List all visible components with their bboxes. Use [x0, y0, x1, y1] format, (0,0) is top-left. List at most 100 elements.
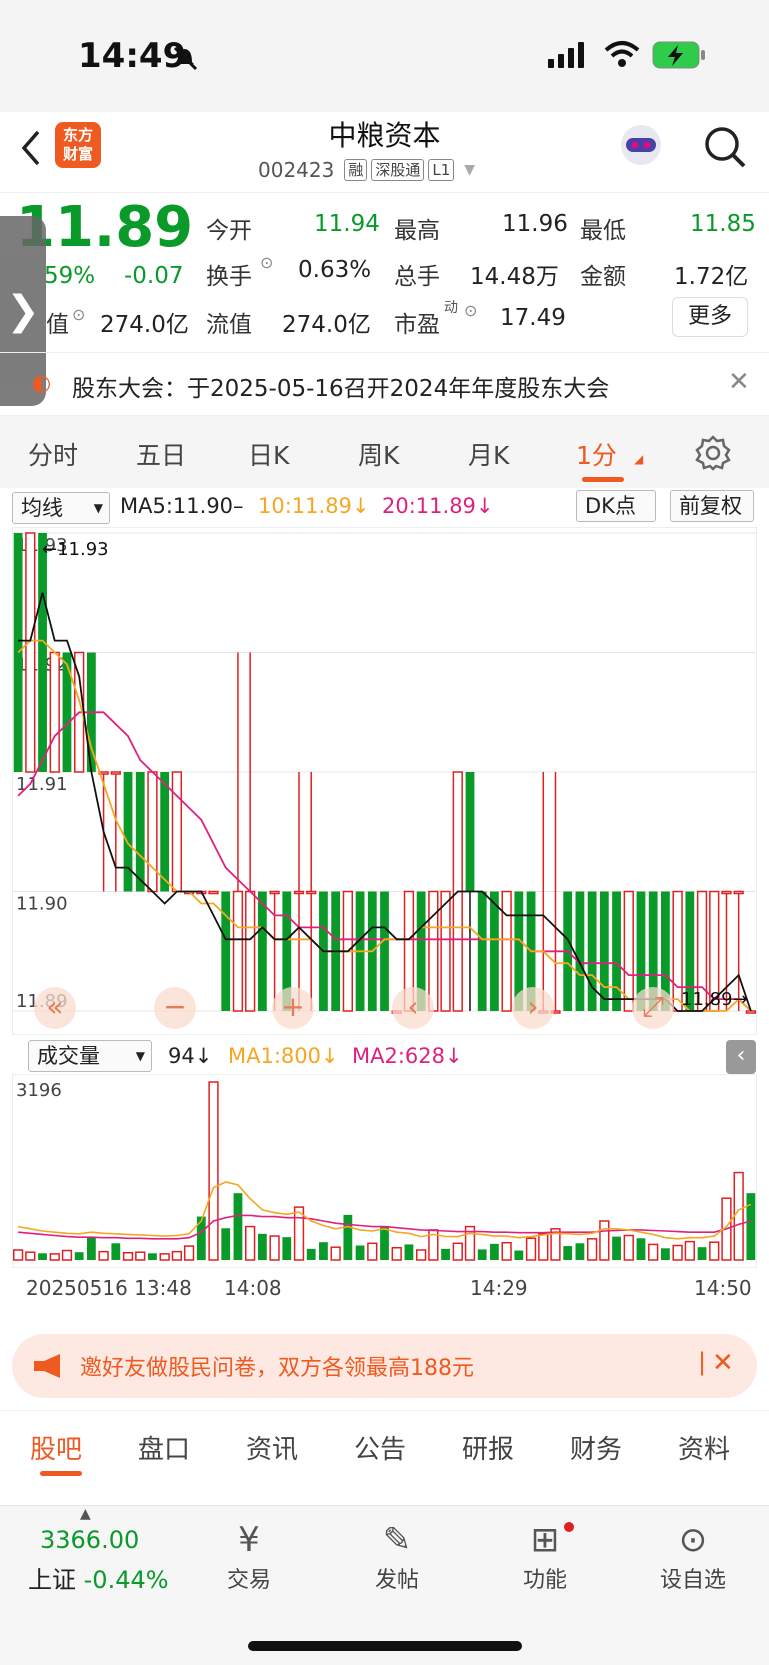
vol-ma2: MA2:628↓	[352, 1044, 463, 1068]
candle-body	[465, 772, 475, 892]
info-icon[interactable]: ⊙	[260, 253, 273, 272]
candle-body	[733, 890, 744, 895]
volume-bar	[12, 1249, 24, 1261]
more-button[interactable]: 更多	[672, 297, 748, 337]
notice-bar[interactable]: ◐ 股东大会：于2025-05-16召开2024年年度股东大会 ✕	[0, 352, 769, 416]
candle-body	[257, 891, 267, 1011]
candle-body	[221, 891, 231, 1011]
tab-finance[interactable]: 财务	[570, 1429, 622, 1466]
volume-bar	[86, 1236, 96, 1260]
content-tabs: 股吧 盘口 资讯 公告 研报 财务 资料	[0, 1410, 769, 1478]
close-icon[interactable]: ✕	[728, 367, 750, 397]
candle-body	[147, 771, 158, 893]
edit-icon: ✎	[382, 1520, 412, 1560]
candle-body	[612, 891, 621, 1011]
index-label[interactable]: 上证 -0.44%	[28, 1560, 169, 1595]
candle-body	[110, 771, 121, 775]
pe-label: 市盈	[394, 312, 440, 338]
volume-bar	[183, 1245, 195, 1261]
index-value[interactable]: 3366.00	[40, 1526, 139, 1554]
volume-bar	[306, 1248, 316, 1260]
ma-select[interactable]: 均线 ▼	[12, 492, 110, 524]
tab-orderbook[interactable]: 盘口	[138, 1429, 190, 1466]
caret-down-icon[interactable]: ▼	[464, 162, 475, 178]
candle-body	[477, 891, 487, 1011]
robot-assistant-icon[interactable]	[616, 120, 666, 170]
volume-bar	[233, 1193, 243, 1260]
volume-bar	[636, 1238, 646, 1260]
volume-value: 94↓	[168, 1044, 213, 1068]
period-tabs: 分时 五日 日K 周K 月K 1分 ◢	[0, 416, 769, 488]
time-tick: 20250516 13:48	[26, 1276, 192, 1300]
trade-button[interactable]: ¥ 交易	[204, 1518, 294, 1594]
high-annotation: ←11.93	[42, 539, 109, 560]
amount-label: 金额	[580, 264, 626, 290]
tab-monthly[interactable]: 月K	[468, 436, 509, 472]
total-mv: 274.0亿	[100, 312, 189, 338]
float-mv-value: 274.0亿	[282, 312, 371, 338]
tab-daily[interactable]: 日K	[248, 436, 289, 472]
dk-point-button[interactable]: DK点	[576, 490, 656, 522]
home-indicator	[248, 1641, 522, 1651]
tab-1min[interactable]: 1分	[576, 436, 617, 472]
volume-bar	[135, 1251, 146, 1261]
volume-bar	[623, 1234, 634, 1261]
reset-icon[interactable]: ⤢	[632, 987, 674, 1029]
post-button[interactable]: ✎ 发帖	[352, 1518, 442, 1594]
index-name: 上证	[28, 1566, 76, 1594]
candle-body	[208, 890, 219, 895]
volume-bar	[49, 1253, 60, 1261]
close-icon[interactable]: ✕	[712, 1348, 734, 1378]
zoom-in-icon[interactable]: +	[272, 987, 314, 1029]
kline-chart[interactable]: 11.9311.9211.9111.9011.89←11.9311.89→	[12, 527, 757, 1035]
gear-icon[interactable]	[694, 434, 732, 472]
tab-5day[interactable]: 五日	[136, 436, 186, 472]
search-icon[interactable]	[702, 124, 748, 170]
dropdown-arrow-icon: ▼	[135, 1049, 145, 1063]
candle-body	[135, 772, 145, 892]
tab-intraday[interactable]: 分时	[28, 436, 78, 472]
volume-bar	[61, 1249, 73, 1261]
next-icon[interactable]: ›	[512, 987, 554, 1029]
candle-body	[160, 772, 170, 892]
tab-guba[interactable]: 股吧	[30, 1429, 82, 1466]
adjust-button[interactable]: 前复权	[670, 490, 754, 522]
high-value: 11.96	[502, 211, 568, 237]
volume-bar	[404, 1244, 414, 1260]
tab-research[interactable]: 研报	[462, 1429, 514, 1466]
collapse-icon[interactable]: ‹	[726, 1040, 756, 1074]
tab-announcements[interactable]: 公告	[354, 1429, 406, 1466]
yen-circle-icon: ¥	[238, 1520, 260, 1560]
candle-body	[428, 890, 439, 1012]
tab-weekly[interactable]: 周K	[358, 436, 399, 472]
volume-bar	[538, 1233, 549, 1261]
volume-select[interactable]: 成交量 ▼	[28, 1040, 152, 1072]
y-tick-label: 11.90	[16, 894, 68, 915]
volume-bar	[171, 1250, 183, 1261]
zoom-out-icon[interactable]: −	[154, 987, 196, 1029]
prev-icon[interactable]: ‹	[392, 987, 434, 1029]
info-icon[interactable]: ⊙	[464, 301, 477, 320]
promo-banner[interactable]: 邀好友做股民问卷，双方各领最高188元 | ✕	[12, 1334, 757, 1398]
badge-dot	[564, 1522, 574, 1532]
tag-connect: 深股通	[371, 159, 425, 181]
tab-profile[interactable]: 资料	[678, 1429, 730, 1466]
scroll-left-icon[interactable]: «	[34, 987, 76, 1029]
volume-bar	[367, 1242, 378, 1261]
tab-news[interactable]: 资讯	[246, 1429, 298, 1466]
function-button[interactable]: ⊞ 功能	[500, 1518, 590, 1594]
volume-bar	[355, 1245, 365, 1260]
info-icon[interactable]: ⊙	[72, 305, 85, 324]
volume-bar	[586, 1238, 598, 1261]
open-value: 11.94	[314, 211, 380, 237]
caret-up-icon: ▲	[80, 1506, 91, 1522]
candle-body	[440, 890, 451, 1012]
add-watchlist-button[interactable]: ⊙ 设自选	[648, 1518, 738, 1594]
turnover-label: 换手	[206, 264, 252, 290]
volume-chart[interactable]: 3196	[12, 1074, 757, 1268]
volume-bar	[111, 1243, 121, 1260]
open-label: 今开	[206, 218, 252, 244]
volume-bar	[661, 1248, 670, 1260]
candle-body	[232, 890, 244, 1012]
stock-code: 002423	[258, 158, 335, 182]
